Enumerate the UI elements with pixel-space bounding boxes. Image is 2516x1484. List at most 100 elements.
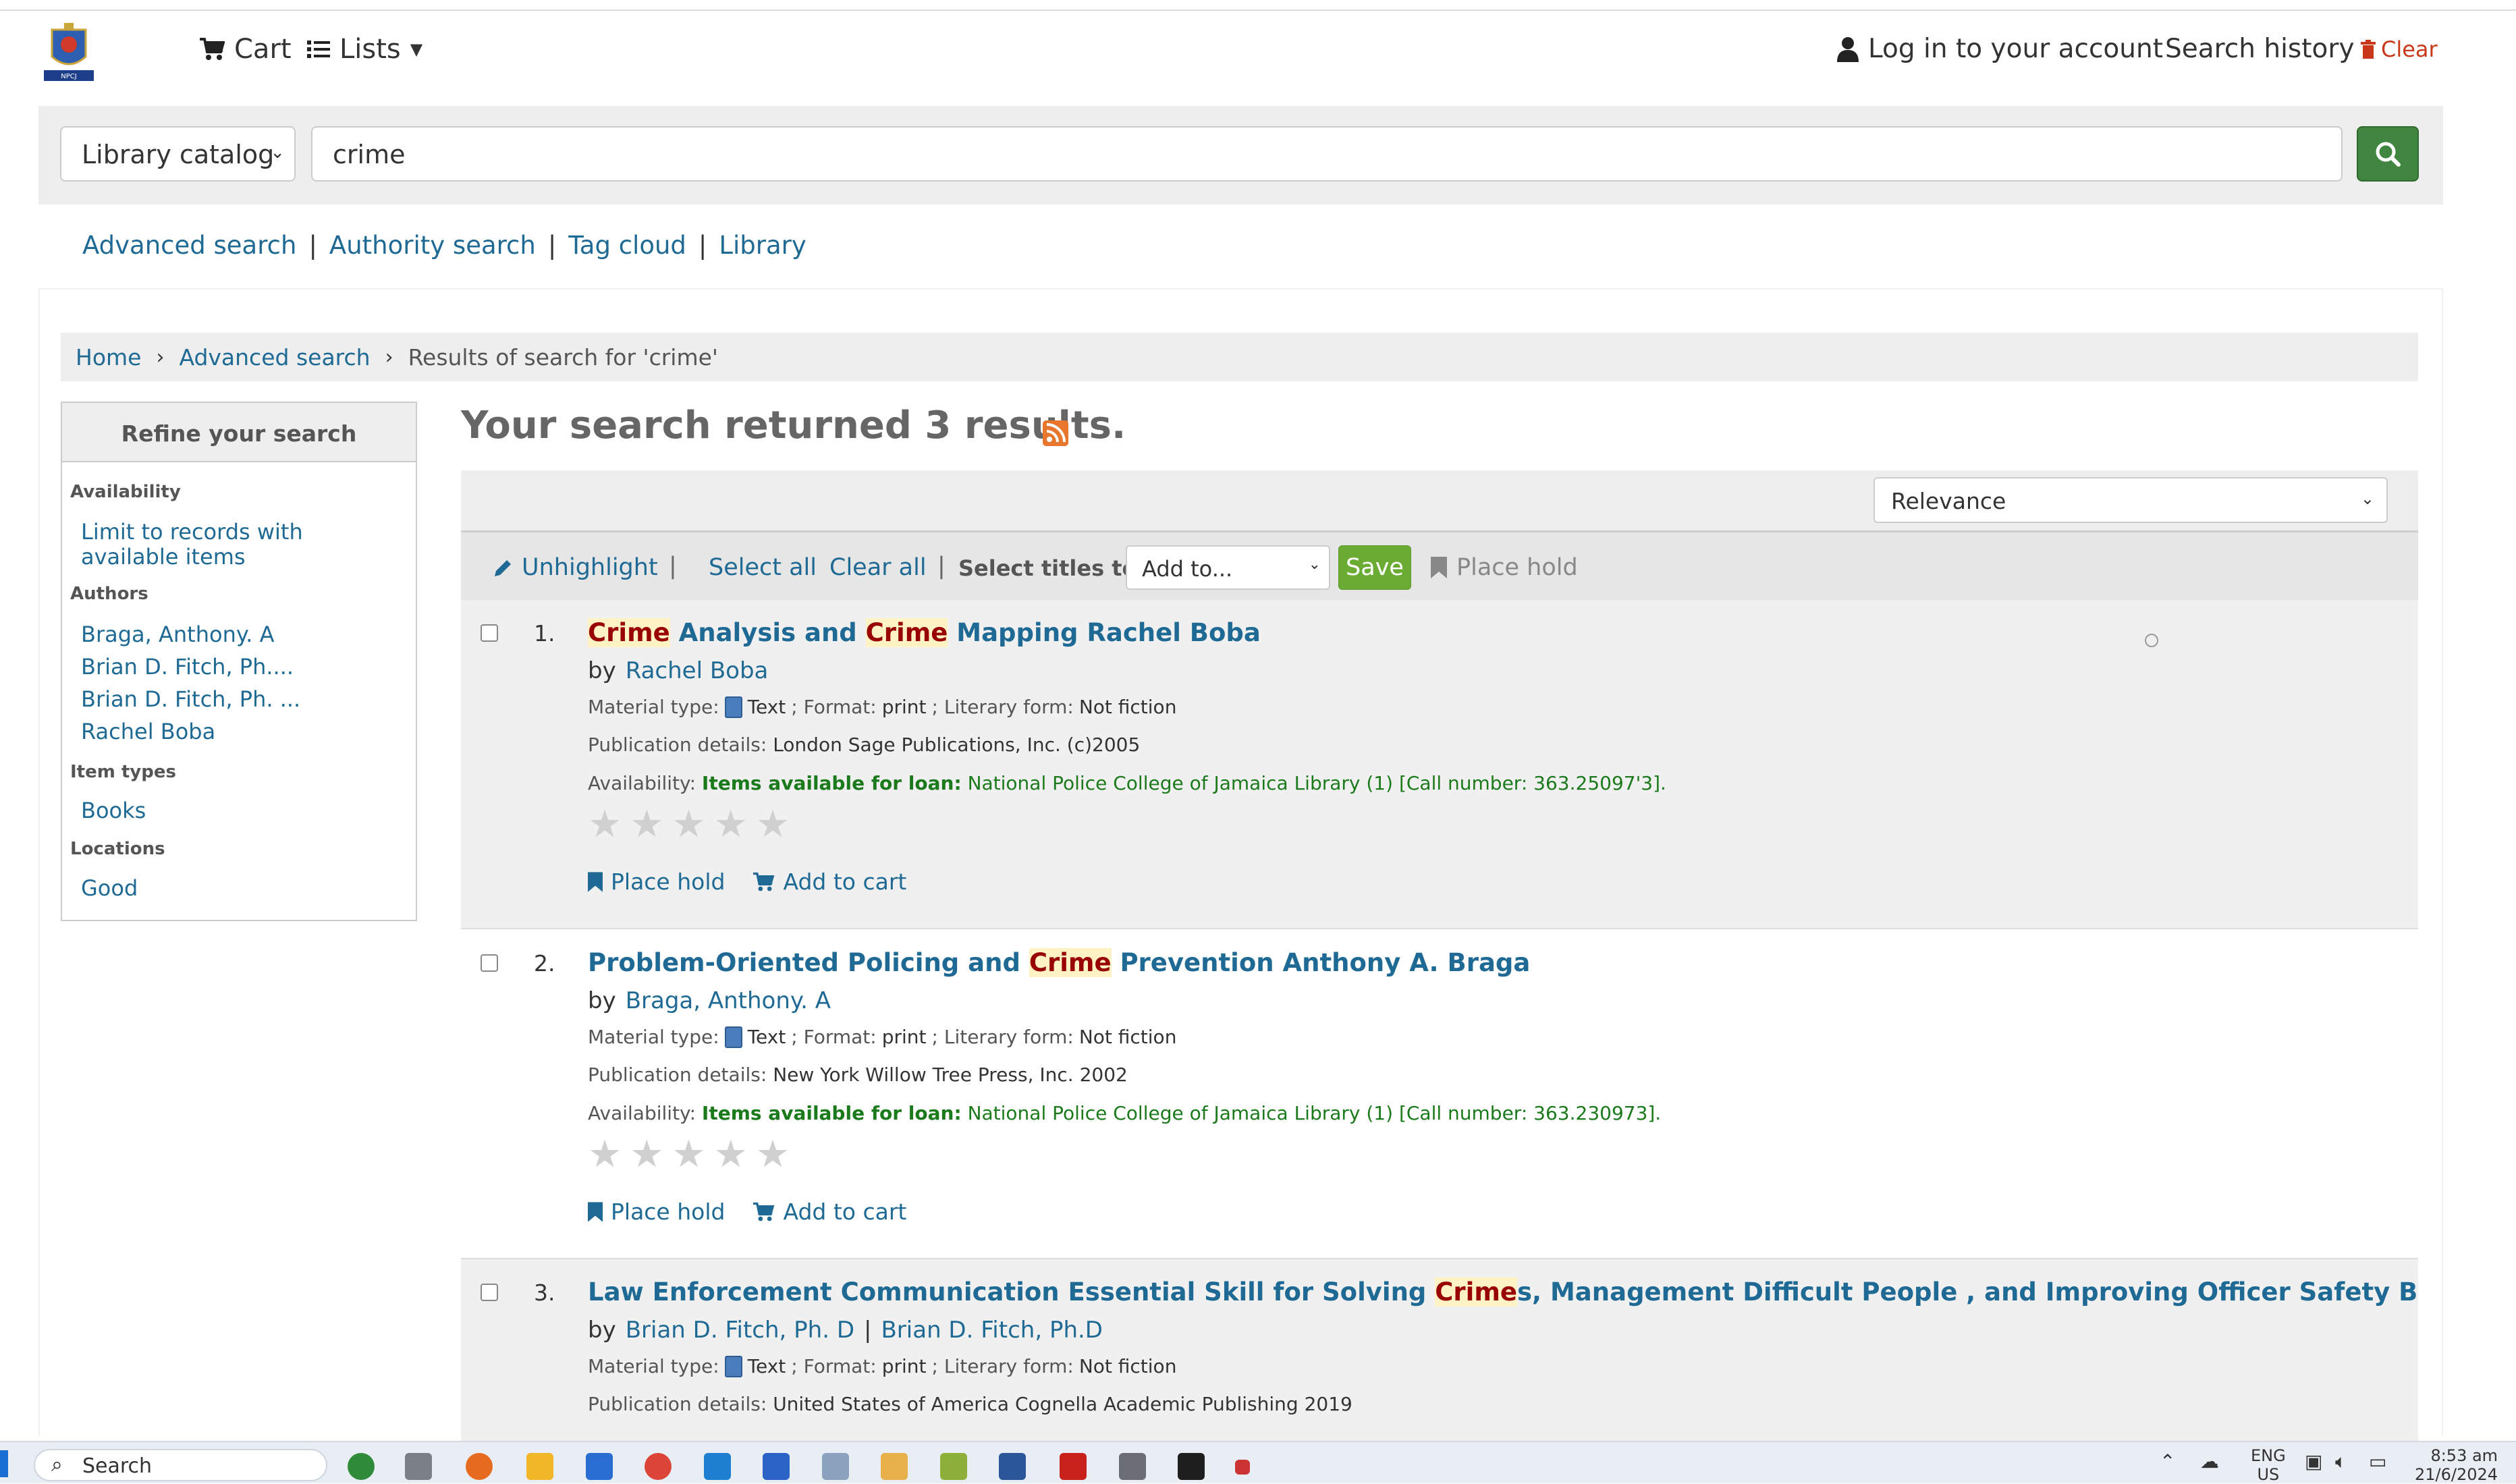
app-icon[interactable]: [405, 1453, 432, 1480]
add-to-cart-link[interactable]: Add to cart: [752, 1199, 906, 1225]
star-rating[interactable]: ★ ★ ★ ★ ★: [588, 1132, 790, 1176]
facet-location[interactable]: Good: [81, 876, 398, 901]
breadcrumb-home[interactable]: Home: [76, 344, 141, 370]
breadcrumb-advanced-search[interactable]: Advanced search: [179, 344, 370, 370]
system-clock[interactable]: 8:53 am 21/6/2024: [2415, 1446, 2498, 1484]
availability: Availability: Items available for loan: …: [588, 1102, 1661, 1124]
material-text: Text: [747, 1355, 786, 1377]
app-icon[interactable]: [1119, 1453, 1146, 1480]
author-link[interactable]: Brian D. Fitch, Ph. D: [626, 1317, 854, 1344]
availability: Availability: Items available for loan: …: [588, 772, 1666, 794]
taskbar-search[interactable]: ⌕ Search: [34, 1449, 327, 1481]
app-icon[interactable]: [586, 1453, 613, 1480]
place-hold-link[interactable]: Place hold: [588, 1199, 725, 1225]
advanced-search-link[interactable]: Advanced search: [82, 231, 296, 260]
app-icon[interactable]: [881, 1453, 908, 1480]
rss-feed-icon[interactable]: [1043, 420, 1068, 446]
search-input[interactable]: crime: [311, 126, 2343, 182]
app-icon[interactable]: [940, 1453, 967, 1480]
result-authors: by Rachel Boba: [588, 657, 768, 684]
author-link[interactable]: Braga, Anthony. A: [626, 987, 831, 1014]
sort-bar: Relevance ⌄: [461, 470, 2418, 530]
place-hold-button-disabled[interactable]: Place hold: [1431, 554, 1578, 581]
facet-itemtype[interactable]: Books: [81, 798, 398, 823]
vscode-icon[interactable]: [704, 1453, 731, 1480]
result-actions: Place hold Add to cart: [588, 869, 906, 895]
search-scope-select[interactable]: Library catalog ⌄: [60, 126, 296, 182]
result-title-link[interactable]: Problem-Oriented Policing and Crime Prev…: [588, 948, 1530, 977]
app-icon[interactable]: [348, 1453, 375, 1480]
pub-value: New York Willow Tree Press, Inc. 2002: [773, 1064, 1128, 1086]
star-icon[interactable]: ★: [714, 802, 748, 846]
material-type: Material type: Text; Format: print; Litera…: [588, 1026, 1176, 1048]
add-to-cart-link[interactable]: Add to cart: [752, 869, 906, 895]
avail-location: National Police College of Jamaica Libra…: [967, 772, 1666, 794]
author-link[interactable]: Brian D. Fitch, Ph.D: [881, 1317, 1103, 1344]
clear-all-link[interactable]: Clear all: [829, 554, 927, 581]
tag-cloud-link[interactable]: Tag cloud: [568, 231, 686, 260]
star-rating[interactable]: ★ ★ ★ ★ ★: [588, 802, 790, 846]
library-link[interactable]: Library: [719, 231, 806, 260]
start-button[interactable]: [0, 1450, 8, 1477]
star-icon[interactable]: ★: [630, 802, 663, 846]
battery-icon[interactable]: ▭: [2369, 1450, 2386, 1473]
terminal-icon[interactable]: [1178, 1453, 1205, 1480]
search-button[interactable]: [2357, 126, 2419, 182]
lang-code: ENG: [2251, 1446, 2286, 1465]
facet-author[interactable]: Rachel Boba: [81, 719, 398, 744]
save-button[interactable]: Save: [1338, 545, 1411, 590]
cart-button[interactable]: Cart: [199, 34, 292, 65]
facet-author[interactable]: Braga, Anthony. A: [81, 622, 398, 647]
library-logo[interactable]: NPCJ: [38, 23, 99, 82]
app-icon[interactable]: [763, 1453, 790, 1480]
search-history-link[interactable]: Search history: [2165, 34, 2355, 64]
word-icon[interactable]: [999, 1453, 1026, 1480]
sort-select[interactable]: Relevance ⌄: [1874, 477, 2388, 523]
separator: |: [547, 231, 557, 260]
network-icon[interactable]: ▣: [2305, 1450, 2322, 1473]
material-label: Material type:: [588, 696, 719, 718]
facet-author[interactable]: Brian D. Fitch, Ph....: [81, 655, 398, 680]
star-icon[interactable]: ★: [714, 1132, 748, 1176]
result-checkbox[interactable]: [481, 1284, 498, 1301]
star-icon[interactable]: ★: [588, 1132, 622, 1176]
title-text: Prevention Anthony A. Braga: [1111, 948, 1531, 977]
list-icon: [307, 40, 330, 58]
unhighlight-button[interactable]: Unhighlight: [493, 554, 658, 581]
clear-history-link[interactable]: Clear: [2361, 36, 2438, 62]
cloud-icon[interactable]: ☁: [2200, 1450, 2219, 1473]
format-label: ; Format:: [791, 1026, 877, 1048]
select-titles-label: Select titles to:: [958, 555, 1146, 581]
os-taskbar: ⌕ Search ⌃ ☁ ENG US ▣ 🔈︎ ▭ 8:53 am 21/6/20…: [0, 1441, 2516, 1484]
star-icon[interactable]: ★: [756, 1132, 790, 1176]
acrobat-icon[interactable]: [1060, 1453, 1087, 1480]
star-icon[interactable]: ★: [630, 1132, 663, 1176]
file-explorer-icon[interactable]: [526, 1453, 553, 1480]
firefox-icon[interactable]: [466, 1453, 493, 1480]
facet-limit-available[interactable]: Limit to records with available items: [81, 520, 398, 570]
result-title-link[interactable]: Crime Analysis and Crime Mapping Rachel …: [588, 618, 1261, 647]
star-icon[interactable]: ★: [672, 1132, 705, 1176]
result-checkbox[interactable]: [481, 954, 498, 972]
star-icon[interactable]: ★: [756, 802, 790, 846]
loan-label: Items available for loan:: [701, 1102, 962, 1124]
volume-icon[interactable]: 🔈︎: [2335, 1450, 2347, 1473]
lists-dropdown[interactable]: Lists ▼: [307, 34, 422, 65]
star-icon[interactable]: ★: [672, 802, 705, 846]
author-link[interactable]: Rachel Boba: [626, 657, 769, 684]
authority-search-link[interactable]: Authority search: [329, 231, 536, 260]
app-icon[interactable]: [822, 1453, 849, 1480]
select-all-link[interactable]: Select all: [709, 554, 817, 581]
star-icon[interactable]: ★: [588, 802, 622, 846]
login-link[interactable]: Log in to your account: [1837, 34, 2163, 64]
place-hold-link[interactable]: Place hold: [588, 869, 725, 895]
chevron-up-icon[interactable]: ⌃: [2160, 1450, 2175, 1473]
language-indicator[interactable]: ENG US: [2251, 1446, 2286, 1484]
app-icon[interactable]: [1235, 1460, 1250, 1475]
add-to-select[interactable]: Add to... ⌄: [1126, 545, 1330, 590]
facet-author[interactable]: Brian D. Fitch, Ph. ...: [81, 687, 398, 712]
add-to-cart-label: Add to cart: [783, 869, 907, 895]
result-title-link[interactable]: Law Enforcement Communication Essential …: [588, 1277, 2418, 1307]
chrome-icon[interactable]: [645, 1453, 672, 1480]
result-checkbox[interactable]: [481, 624, 498, 642]
